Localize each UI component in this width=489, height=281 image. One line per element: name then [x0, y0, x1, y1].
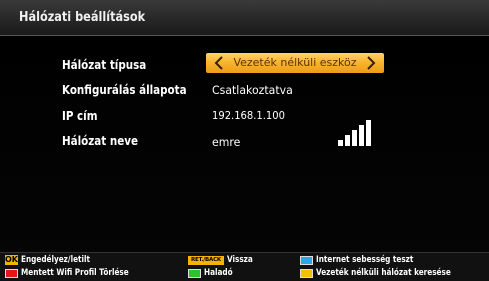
yellow-key-icon: [300, 268, 313, 278]
hint-delete-profile-text: Mentett Wifi Profil Törlése: [21, 268, 129, 278]
signal-bar: [366, 120, 371, 146]
hint-speed-test-text: Internet sebesség teszt: [316, 255, 414, 265]
config-status-value: Csatlakoztatva: [212, 83, 293, 97]
config-status-label: Konfigurálás állapota: [62, 82, 187, 97]
signal-strength-icon: [338, 120, 374, 146]
hint-wireless-scan-text: Vezeték nélküli hálózat keresése: [316, 268, 451, 278]
hint-back-text: Vissza: [227, 255, 253, 265]
network-type-value: Vezeték nélküli eszköz: [233, 56, 357, 69]
hint-back: RET./BACK Vissza: [188, 254, 256, 266]
green-key-icon: [188, 268, 201, 278]
ok-key-icon: OK: [5, 255, 18, 265]
hint-advanced-text: Haladó: [204, 268, 233, 278]
back-key-icon: RET./BACK: [188, 255, 224, 265]
header-bar: Hálózati beállítások: [0, 0, 489, 35]
red-key-icon: [5, 268, 18, 278]
footer-divider: [0, 252, 489, 253]
ip-address-label: IP cím: [62, 108, 98, 123]
network-name-label: Hálózat neve: [62, 133, 138, 148]
network-type-selector[interactable]: Vezeték nélküli eszköz: [206, 53, 384, 73]
ip-address-value: 192.168.1.100: [212, 110, 285, 122]
hint-speed-test: Internet sebesség teszt: [300, 254, 424, 266]
hint-advanced: Haladó: [188, 267, 236, 279]
signal-bar: [359, 125, 364, 146]
hint-delete-profile: Mentett Wifi Profil Törlése: [5, 267, 141, 279]
signal-bar: [352, 130, 357, 146]
network-type-label: Hálózat típusa: [62, 57, 147, 72]
chevron-right-icon[interactable]: [366, 56, 376, 70]
header-divider: [0, 35, 489, 36]
network-settings-screen: Hálózati beállítások Hálózat típusa Veze…: [0, 0, 489, 281]
hint-ok: OK Engedélyez/letilt: [5, 254, 98, 266]
page-title: Hálózati beállítások: [19, 9, 146, 25]
signal-bar: [338, 140, 343, 146]
hint-ok-text: Engedélyez/letilt: [21, 255, 90, 265]
signal-bar: [345, 135, 350, 146]
network-name-value: emre: [212, 135, 241, 149]
blue-key-icon: [300, 255, 313, 265]
hint-wireless-scan: Vezeték nélküli hálózat keresése: [300, 267, 466, 279]
